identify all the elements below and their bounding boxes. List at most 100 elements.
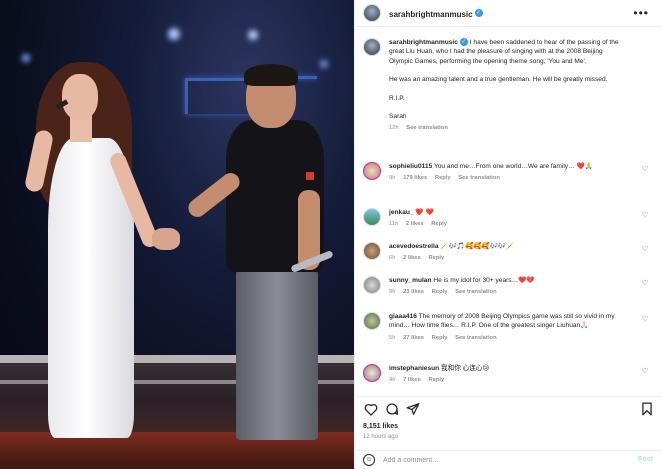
- comment-body: sophieliu0115 You and me…From one world……: [389, 162, 619, 184]
- verified-badge-icon: ✓: [474, 8, 483, 17]
- bookmark-icon[interactable]: [639, 401, 655, 417]
- comment-meta: 5h 27 likes Reply See translation: [389, 334, 619, 343]
- stage-light: [248, 30, 258, 40]
- comment-text: 🪄🎶🎵🥰🥰🥰🎶🎶🪄: [440, 243, 515, 250]
- comment-like-heart-icon[interactable]: ♡: [641, 368, 649, 376]
- avatar[interactable]: [363, 276, 381, 294]
- comment-time: 4h: [389, 377, 396, 384]
- post-photo[interactable]: [0, 0, 354, 469]
- caption-meta: 12h See translation: [389, 124, 619, 133]
- heart-icon-svg: [364, 403, 378, 416]
- avatar[interactable]: [363, 242, 381, 260]
- comment-like-heart-icon[interactable]: ♡: [641, 212, 649, 220]
- comment-text: 我和你 心连心😢: [441, 365, 490, 372]
- emoji-icon[interactable]: ☺: [363, 454, 375, 466]
- stage-light: [22, 54, 30, 62]
- comment-text: ❤️ ❤️: [415, 209, 434, 216]
- shirt-badge: [306, 172, 314, 180]
- post-header: sarahbrightmanmusic ✓ •••: [355, 0, 662, 27]
- avatar[interactable]: [363, 208, 381, 226]
- comment-like-heart-icon[interactable]: ♡: [641, 316, 649, 324]
- comment-time: 9h: [389, 175, 396, 182]
- header-username-wrap: sarahbrightmanmusic ✓: [389, 4, 483, 22]
- share-icon[interactable]: [405, 401, 421, 417]
- comment-likes[interactable]: 23 likes: [403, 289, 424, 295]
- comment-time: 9h: [389, 289, 396, 296]
- post-actions: 8,151 likes 12 hours ago: [355, 396, 662, 456]
- more-options-icon[interactable]: •••: [633, 6, 649, 20]
- comment-username[interactable]: sophieliu0115: [389, 163, 432, 170]
- reply-button[interactable]: Reply: [432, 289, 448, 295]
- comment-icon[interactable]: [384, 401, 400, 417]
- caption-username[interactable]: sarahbrightmanmusic: [389, 39, 458, 46]
- stage-light: [320, 60, 328, 68]
- man-hair: [244, 64, 298, 86]
- comment-likes[interactable]: 2 likes: [406, 221, 424, 227]
- reply-button[interactable]: Reply: [435, 175, 451, 181]
- comment-like-heart-icon[interactable]: ♡: [641, 246, 649, 254]
- comment-username[interactable]: acevedoestrella: [389, 243, 439, 250]
- comment-likes[interactable]: 7 likes: [403, 377, 421, 383]
- reply-button[interactable]: Reply: [431, 221, 447, 227]
- reply-button[interactable]: Reply: [428, 377, 444, 383]
- avatar[interactable]: [363, 4, 381, 22]
- comment-meta: 6h 2 likes Reply: [389, 254, 619, 263]
- comment-body: imstephaniesun 我和你 心连心😢 4h 7 likes Reply: [389, 364, 619, 386]
- see-translation-link[interactable]: See translation: [458, 175, 500, 181]
- comment-text: You and me…From one world…We are family……: [433, 163, 593, 170]
- see-translation-link[interactable]: See translation: [406, 125, 448, 131]
- caption-paragraph: R.I.P.: [389, 94, 405, 102]
- comment-time: 6h: [389, 255, 396, 262]
- likes-count[interactable]: 8,151 likes: [363, 423, 398, 430]
- post-comment-button[interactable]: Post: [638, 456, 653, 463]
- comment-meta: 11h 2 likes Reply: [389, 220, 619, 229]
- stage-light: [168, 28, 180, 40]
- comment-body: jenkau_ ❤️ ❤️ 11h 2 likes Reply: [389, 208, 619, 230]
- post-time-ago: 12 hours ago: [363, 434, 399, 440]
- comment-meta: 9h 23 likes Reply See translation: [389, 288, 619, 297]
- caption-paragraph: Sarah: [389, 113, 407, 121]
- comment-meta: 4h 7 likes Reply: [389, 376, 619, 385]
- comment-likes[interactable]: 179 likes: [403, 175, 427, 181]
- avatar[interactable]: [363, 364, 381, 382]
- comment-input[interactable]: [383, 455, 603, 466]
- comment-meta: 9h 179 likes Reply See translation: [389, 174, 619, 183]
- post-panel: sarahbrightmanmusic ✓ ••• sarahbrightmanm…: [354, 0, 662, 469]
- comment-likes[interactable]: 2 likes: [403, 255, 421, 261]
- comment-text: He is my idol for 30+ years…❤️💔: [433, 277, 535, 284]
- repost-spacer: [431, 401, 447, 417]
- see-translation-link[interactable]: See translation: [455, 335, 497, 341]
- comment-body: sunny_mulan He is my idol for 30+ years……: [389, 276, 619, 298]
- verified-badge-icon: ✓: [459, 38, 468, 47]
- singer-face: [62, 74, 98, 120]
- comment-like-heart-icon[interactable]: ♡: [641, 166, 649, 174]
- avatar[interactable]: [363, 38, 381, 56]
- caption-time: 12h: [389, 125, 399, 132]
- comment-username[interactable]: sunny_mulan: [389, 277, 432, 284]
- comment-time: 11h: [389, 221, 399, 228]
- add-comment-bar: ☺ Post: [355, 450, 662, 469]
- bookmark-icon-svg: [642, 402, 652, 416]
- comment-likes[interactable]: 27 likes: [403, 335, 424, 341]
- comments-scroll-area[interactable]: sarahbrightmanmusic ✓ I have been saddene…: [355, 28, 662, 396]
- man-grey-pants: [236, 270, 318, 440]
- comment-text: The memory of 2008 Beijing Olympics game…: [389, 313, 615, 330]
- reply-button[interactable]: Reply: [428, 255, 444, 261]
- comment-body: giaaa416 The memory of 2008 Beijing Olym…: [389, 312, 619, 343]
- comment-username[interactable]: imstephaniesun: [389, 365, 439, 372]
- comment-username[interactable]: giaaa416: [389, 313, 417, 320]
- comment-icon-svg: [386, 403, 399, 415]
- comment-like-heart-icon[interactable]: ♡: [641, 280, 649, 288]
- see-translation-link[interactable]: See translation: [455, 289, 497, 295]
- comment-username[interactable]: jenkau_: [389, 209, 414, 216]
- holding-hands: [152, 228, 180, 250]
- caption-paragraph: sarahbrightmanmusic ✓ I have been saddene…: [389, 38, 619, 66]
- heart-icon[interactable]: [363, 401, 379, 417]
- caption-paragraph: He was an amazing talent and a true gent…: [389, 76, 608, 84]
- avatar[interactable]: [363, 312, 381, 330]
- header-username[interactable]: sarahbrightmanmusic: [389, 10, 473, 19]
- comment-time: 5h: [389, 334, 396, 341]
- avatar[interactable]: [363, 162, 381, 180]
- reply-button[interactable]: Reply: [432, 335, 448, 341]
- share-icon-svg: [406, 403, 420, 415]
